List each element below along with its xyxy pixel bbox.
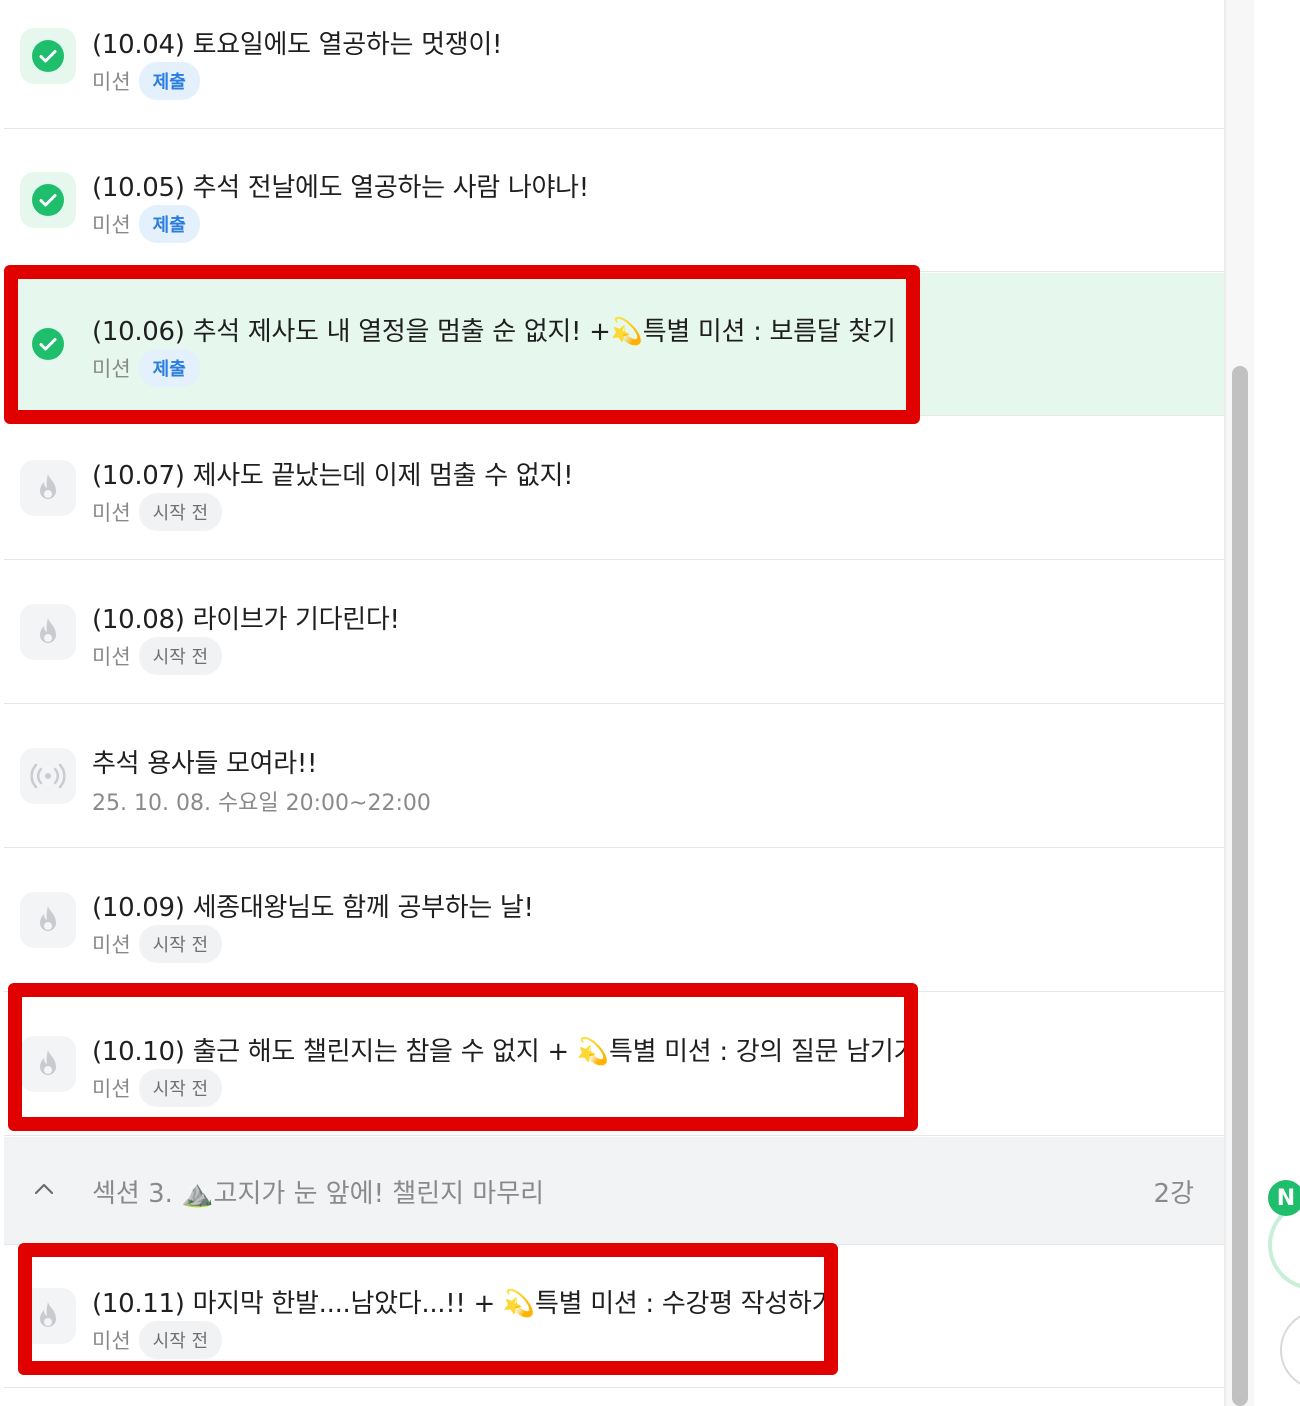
lesson-status-icon-box (20, 604, 76, 660)
fire-icon (40, 1050, 56, 1075)
live-item[interactable]: 추석 용사들 모여라!! 25. 10. 08. 수요일 20:00~22:00 (4, 705, 1224, 848)
section-header[interactable]: 섹션 3. ⛰️고지가 눈 앞에! 챌린지 마무리 2강 (4, 1137, 1224, 1245)
lesson-type-label: 미션 (92, 357, 131, 381)
lesson-type-label: 미션 (92, 1329, 131, 1353)
check-circle-icon (32, 40, 64, 72)
lesson-title: (10.10) 출근 해도 챌린지는 참을 수 없지 + 💫특별 미션 : 강의… (92, 1037, 918, 1067)
lesson-type-label: 미션 (92, 213, 131, 237)
live-schedule: 25. 10. 08. 수요일 20:00~22:00 (92, 785, 431, 817)
lesson-title: (10.11) 마지막 한발....남았다...!! + 💫특별 미션 : 수강… (92, 1289, 836, 1319)
lesson-meta: 미션 제출 (92, 205, 200, 243)
lesson-title: (10.08) 라이브가 기다린다! (92, 605, 400, 635)
lesson-type-label: 미션 (92, 501, 131, 525)
status-badge: 제출 (138, 205, 200, 243)
live-datetime: 25. 10. 08. 수요일 20:00~22:00 (92, 791, 431, 816)
lesson-status-icon-box (20, 28, 76, 84)
lesson-item[interactable]: (10.07) 제사도 끝났는데 이제 멈출 수 없지! 미션 시작 전 (4, 417, 1224, 560)
lesson-status-icon-box (20, 1036, 76, 1092)
status-badge: 시작 전 (138, 1069, 223, 1107)
lesson-item-active[interactable]: (10.06) 추석 제사도 내 열정을 멈출 순 없지! +💫특별 미션 : … (4, 273, 1224, 416)
lesson-item[interactable]: (10.04) 토요일에도 열공하는 멋쟁이! 미션 제출 (4, 0, 1224, 129)
lesson-item[interactable]: (10.09) 세종대왕님도 함께 공부하는 날! 미션 시작 전 (4, 849, 1224, 992)
lesson-item[interactable]: (10.10) 출근 해도 챌린지는 참을 수 없지 + 💫특별 미션 : 강의… (4, 993, 1224, 1136)
lesson-status-icon-box (20, 316, 76, 372)
lesson-meta: 미션 제출 (92, 349, 200, 387)
lesson-item[interactable]: (10.11) 마지막 한발....남았다...!! + 💫특별 미션 : 수강… (4, 1245, 1224, 1388)
lesson-type-label: 미션 (92, 933, 131, 957)
fire-icon (40, 1302, 56, 1327)
lesson-title: (10.05) 추석 전날에도 열공하는 사람 나야나! (92, 173, 589, 203)
fire-icon (40, 474, 56, 499)
live-title: 추석 용사들 모여라!! (92, 749, 318, 779)
lesson-meta: 미션 시작 전 (92, 925, 223, 963)
section-lesson-count: 2강 (1153, 1179, 1194, 1209)
fire-icon (40, 906, 56, 931)
lesson-item[interactable]: (10.05) 추석 전날에도 열공하는 사람 나야나! 미션 제출 (4, 129, 1224, 272)
lesson-type-label: 미션 (92, 1077, 131, 1101)
section-title: 섹션 3. ⛰️고지가 눈 앞에! 챌린지 마무리 (92, 1179, 545, 1209)
lesson-type-label: 미션 (92, 70, 131, 94)
lesson-item[interactable]: (10.08) 라이브가 기다린다! 미션 시작 전 (4, 561, 1224, 704)
lesson-status-icon-box (20, 748, 76, 804)
lesson-title: (10.06) 추석 제사도 내 열정을 멈출 순 없지! +💫특별 미션 : … (92, 317, 896, 347)
status-badge: 제출 (138, 62, 200, 100)
lesson-meta: 미션 시작 전 (92, 1321, 223, 1359)
check-circle-icon (32, 328, 64, 360)
check-circle-icon (32, 184, 64, 216)
lesson-status-icon-box (20, 1288, 76, 1344)
status-badge: 시작 전 (138, 925, 223, 963)
curriculum-list: (10.04) 토요일에도 열공하는 멋쟁이! 미션 제출 (10.05) 추석… (4, 0, 1224, 1406)
status-badge: 시작 전 (138, 637, 223, 675)
lesson-meta: 미션 시작 전 (92, 1069, 223, 1107)
fire-icon (40, 618, 56, 643)
status-badge: 시작 전 (138, 493, 223, 531)
lesson-meta: 미션 시작 전 (92, 493, 223, 531)
lesson-meta: 미션 시작 전 (92, 637, 223, 675)
status-badge: 시작 전 (138, 1321, 223, 1359)
scrollbar-thumb[interactable] (1232, 366, 1248, 1406)
lesson-status-icon-box (20, 892, 76, 948)
live-broadcast-icon (30, 763, 66, 789)
lesson-meta: 미션 제출 (92, 62, 200, 100)
new-badge[interactable]: N (1268, 1180, 1300, 1216)
lesson-status-icon-box (20, 172, 76, 228)
lesson-status-icon-box (20, 460, 76, 516)
lesson-title: (10.09) 세종대왕님도 함께 공부하는 날! (92, 893, 534, 923)
status-badge: 제출 (138, 349, 200, 387)
lesson-title: (10.04) 토요일에도 열공하는 멋쟁이! (92, 30, 503, 60)
chevron-up-icon[interactable] (32, 1177, 56, 1201)
lesson-type-label: 미션 (92, 645, 131, 669)
lesson-title: (10.07) 제사도 끝났는데 이제 멈출 수 없지! (92, 461, 574, 491)
